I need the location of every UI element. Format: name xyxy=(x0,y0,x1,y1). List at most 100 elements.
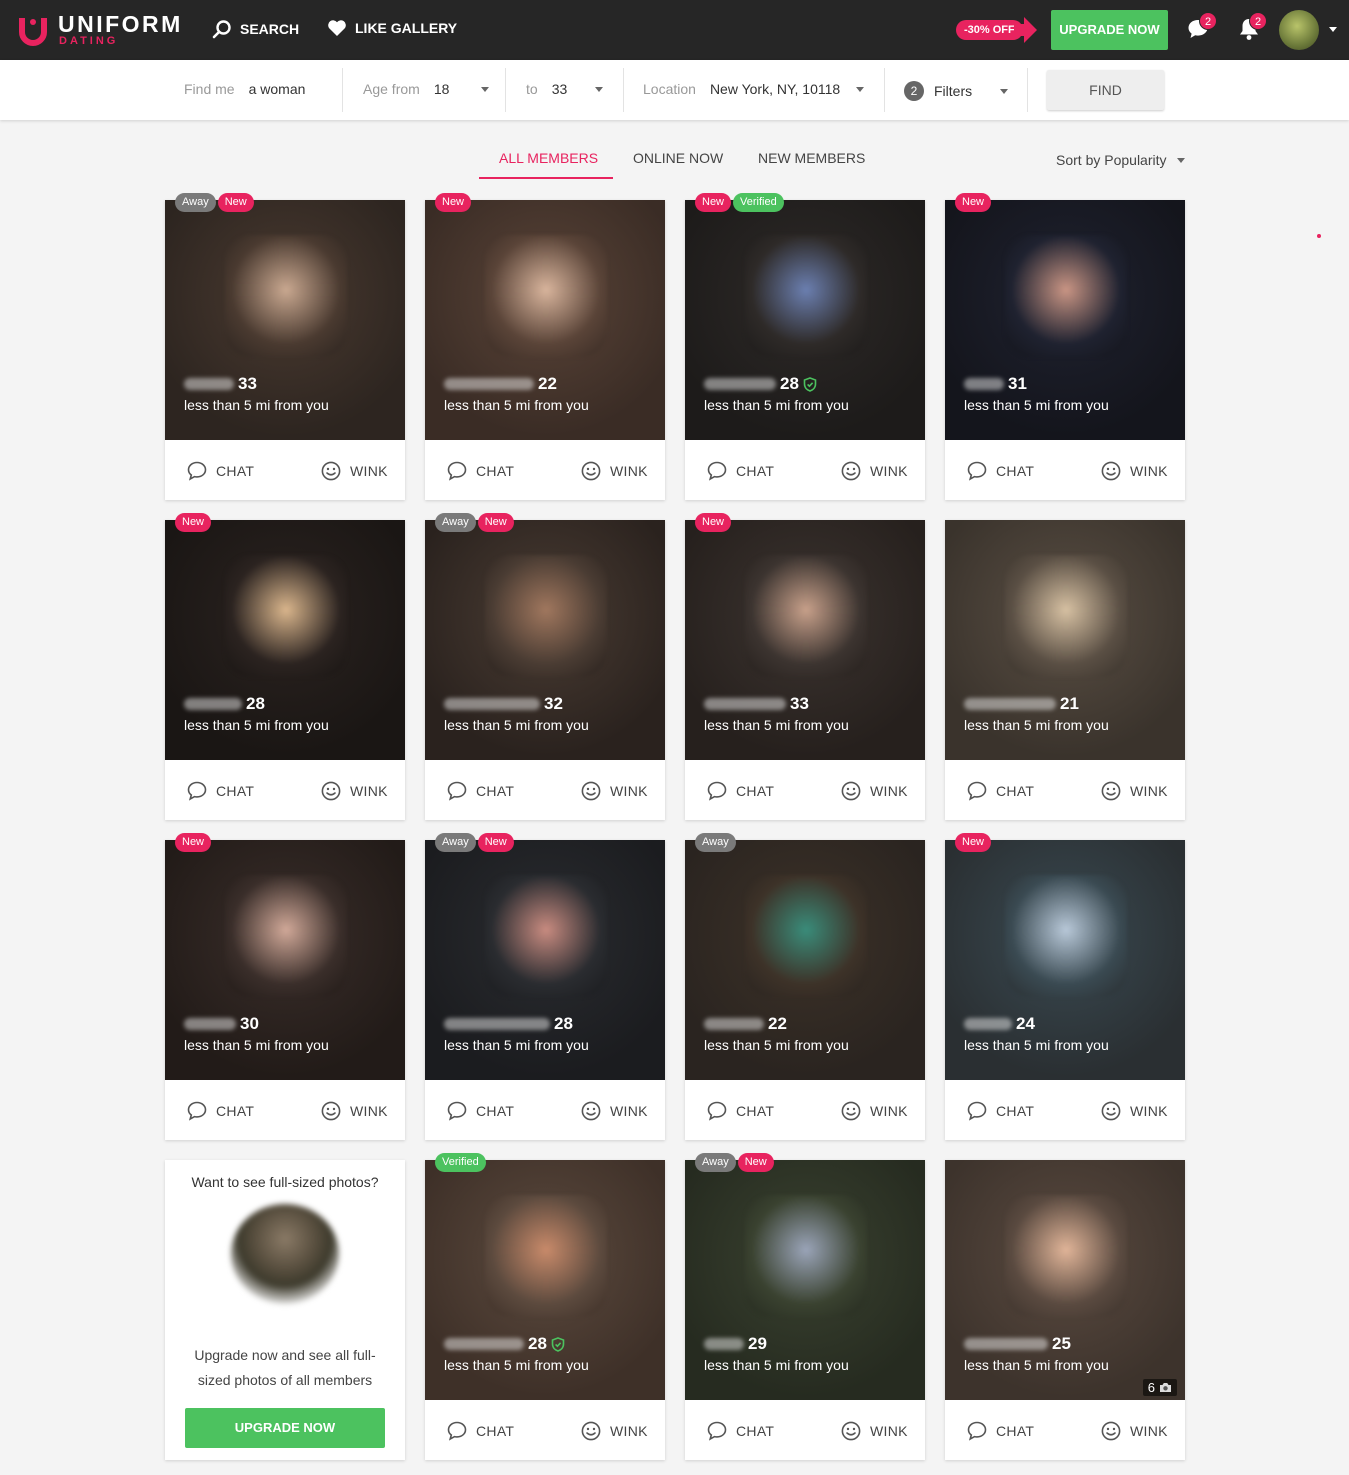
member-photo[interactable]: New 24 less than 5 mi from you xyxy=(945,833,1185,1080)
chat-button[interactable]: CHAT xyxy=(706,1420,774,1442)
age-from-select[interactable]: Age from 18 xyxy=(363,81,490,97)
wink-button[interactable]: WINK xyxy=(1100,780,1168,802)
member-age: 28 xyxy=(780,374,799,393)
discount-promo[interactable]: -30% OFF xyxy=(956,16,1037,43)
badge-group: New xyxy=(175,513,212,532)
wink-button[interactable]: WINK xyxy=(580,1420,648,1442)
member-photo[interactable]: New 22 less than 5 mi from you xyxy=(425,193,665,440)
wink-button[interactable]: WINK xyxy=(1100,460,1168,482)
chat-bubble-icon xyxy=(967,1101,987,1121)
wink-label: WINK xyxy=(610,1423,648,1439)
member-card[interactable]: 25 less than 5 mi from you 6 CHAT WINK xyxy=(945,1160,1185,1460)
member-card[interactable]: New 24 less than 5 mi from you CHAT WINK xyxy=(945,833,1185,1140)
tab-online-now[interactable]: ONLINE NOW xyxy=(633,150,723,166)
account-menu-caret-icon[interactable] xyxy=(1329,27,1337,32)
sort-select[interactable]: Sort by Popularity xyxy=(1056,152,1185,168)
status-badge: New xyxy=(175,513,212,532)
member-card[interactable]: New 22 less than 5 mi from you CHAT WINK xyxy=(425,193,665,500)
card-actions: CHAT WINK xyxy=(425,1080,665,1140)
upsell-upgrade-button[interactable]: UPGRADE NOW xyxy=(185,1408,385,1448)
nav-search[interactable]: SEARCH xyxy=(212,19,299,39)
card-actions: CHAT WINK xyxy=(945,1080,1185,1140)
card-actions: CHAT WINK xyxy=(685,760,925,820)
member-photo[interactable]: 21 less than 5 mi from you xyxy=(945,520,1185,760)
chat-button[interactable]: CHAT xyxy=(706,780,774,802)
member-photo[interactable]: Away 22 less than 5 mi from you xyxy=(685,833,925,1080)
member-card[interactable]: New 30 less than 5 mi from you CHAT WINK xyxy=(165,833,405,1140)
chat-button[interactable]: CHAT xyxy=(966,780,1034,802)
chat-button[interactable]: CHAT xyxy=(186,780,254,802)
chat-button[interactable]: CHAT xyxy=(966,460,1034,482)
chat-button[interactable]: CHAT xyxy=(966,1100,1034,1122)
user-avatar[interactable] xyxy=(1279,10,1319,50)
tab-all-members[interactable]: ALL MEMBERS xyxy=(499,150,598,166)
chat-button[interactable]: CHAT xyxy=(446,460,514,482)
wink-button[interactable]: WINK xyxy=(840,780,908,802)
wink-button[interactable]: WINK xyxy=(840,460,908,482)
member-card[interactable]: Away New 29 less than 5 mi from you CHAT … xyxy=(685,1153,925,1460)
chat-button[interactable]: CHAT xyxy=(706,1100,774,1122)
portrait-thumbnail xyxy=(225,555,347,677)
wink-button[interactable]: WINK xyxy=(320,780,388,802)
find-button[interactable]: FIND xyxy=(1047,70,1164,110)
member-card[interactable]: New 31 less than 5 mi from you CHAT WINK xyxy=(945,193,1185,500)
member-card[interactable]: New 28 less than 5 mi from you CHAT WINK xyxy=(165,513,405,820)
member-card[interactable]: Away 22 less than 5 mi from you CHAT WIN… xyxy=(685,833,925,1140)
member-card[interactable]: New 33 less than 5 mi from you CHAT WINK xyxy=(685,513,925,820)
member-photo[interactable]: Away New 32 less than 5 mi from you xyxy=(425,513,665,760)
status-badge: New xyxy=(175,833,212,852)
member-photo[interactable]: Verified 28 less than 5 mi from you xyxy=(425,1153,665,1400)
member-photo[interactable]: New 28 less than 5 mi from you xyxy=(165,513,405,760)
wink-button[interactable]: WINK xyxy=(320,1100,388,1122)
member-photo[interactable]: New 33 less than 5 mi from you xyxy=(685,513,925,760)
member-card[interactable]: Away New 33 less than 5 mi from you CHAT … xyxy=(165,193,405,500)
chat-button[interactable]: CHAT xyxy=(186,460,254,482)
name-age-line: 22 xyxy=(444,374,655,394)
status-badge: New xyxy=(955,193,992,212)
wink-button[interactable]: WINK xyxy=(580,1100,648,1122)
chat-button[interactable]: CHAT xyxy=(446,1100,514,1122)
nav-like-gallery[interactable]: LIKE GALLERY xyxy=(327,19,457,37)
blurred-name xyxy=(444,1018,550,1030)
portrait-thumbnail xyxy=(745,235,867,357)
sort-label: Sort by Popularity xyxy=(1056,152,1167,168)
member-photo[interactable]: Away New 28 less than 5 mi from you xyxy=(425,833,665,1080)
location-select[interactable]: Location New York, NY, 10118 xyxy=(643,81,865,97)
logo[interactable]: UNIFORM DATING xyxy=(18,11,188,48)
wink-button[interactable]: WINK xyxy=(1100,1100,1168,1122)
blurred-name xyxy=(444,1338,524,1350)
status-badge: New xyxy=(955,833,992,852)
member-photo[interactable]: New 31 less than 5 mi from you xyxy=(945,193,1185,440)
member-card[interactable]: Verified 28 less than 5 mi from you CHAT… xyxy=(425,1153,665,1460)
age-to-select[interactable]: to 33 xyxy=(526,81,604,97)
status-badge: Verified xyxy=(733,193,784,212)
wink-button[interactable]: WINK xyxy=(580,460,648,482)
chat-button[interactable]: CHAT xyxy=(966,1420,1034,1442)
filters-select[interactable]: 2 Filters xyxy=(904,81,1009,101)
wink-label: WINK xyxy=(350,1103,388,1119)
upgrade-now-button[interactable]: UPGRADE NOW xyxy=(1051,10,1168,50)
member-photo[interactable]: 25 less than 5 mi from you 6 xyxy=(945,1160,1185,1400)
wink-label: WINK xyxy=(870,1103,908,1119)
wink-button[interactable]: WINK xyxy=(580,780,648,802)
wink-button[interactable]: WINK xyxy=(320,460,388,482)
wink-button[interactable]: WINK xyxy=(1100,1420,1168,1442)
member-card[interactable]: 21 less than 5 mi from you CHAT WINK xyxy=(945,520,1185,820)
member-photo[interactable]: New Verified 28 less than 5 mi from you xyxy=(685,193,925,440)
chat-button[interactable]: CHAT xyxy=(186,1100,254,1122)
member-photo[interactable]: Away New 33 less than 5 mi from you xyxy=(165,193,405,440)
member-card[interactable]: New Verified 28 less than 5 mi from you C… xyxy=(685,193,925,500)
wink-button[interactable]: WINK xyxy=(840,1420,908,1442)
member-card[interactable]: Away New 32 less than 5 mi from you CHAT … xyxy=(425,513,665,820)
member-photo[interactable]: Away New 29 less than 5 mi from you xyxy=(685,1153,925,1400)
member-photo[interactable]: New 30 less than 5 mi from you xyxy=(165,833,405,1080)
wink-button[interactable]: WINK xyxy=(840,1100,908,1122)
find-me-select[interactable]: Find me a woman xyxy=(184,81,305,97)
tab-new-members[interactable]: NEW MEMBERS xyxy=(758,150,865,166)
chat-button[interactable]: CHAT xyxy=(706,460,774,482)
wink-label: WINK xyxy=(1130,1423,1168,1439)
member-age: 21 xyxy=(1060,694,1079,713)
chat-button[interactable]: CHAT xyxy=(446,780,514,802)
member-card[interactable]: Away New 28 less than 5 mi from you CHAT … xyxy=(425,833,665,1140)
chat-button[interactable]: CHAT xyxy=(446,1420,514,1442)
